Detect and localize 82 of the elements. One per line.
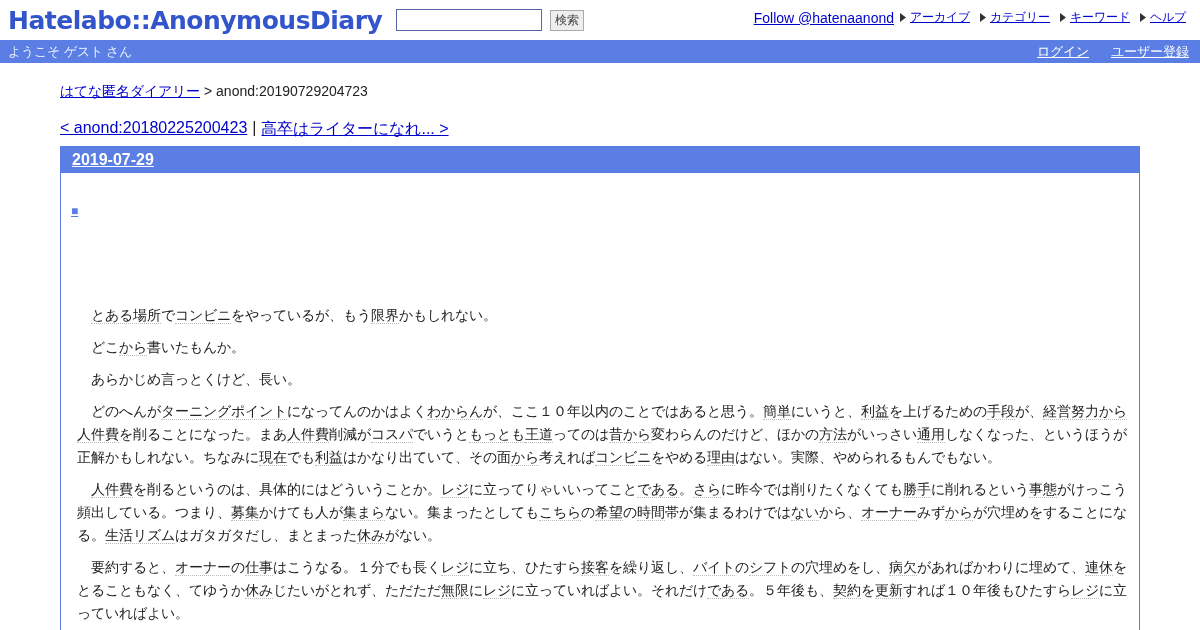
keyword-link[interactable]: 時間: [637, 504, 665, 521]
keyword-link[interactable]: 更新: [875, 582, 903, 599]
keyword-link[interactable]: 簡単: [763, 403, 791, 420]
account-link[interactable]: ログイン: [1037, 42, 1089, 61]
keyword-link[interactable]: ターニングポイント: [161, 403, 287, 420]
keyword-link[interactable]: 病欠: [889, 559, 917, 576]
keyword-link[interactable]: 休み: [357, 527, 385, 544]
keyword-link[interactable]: 人件費: [287, 426, 329, 443]
keyword-link[interactable]: とある場所: [91, 307, 161, 324]
site-logo[interactable]: Hatelabo::AnonymousDiary: [8, 5, 383, 35]
keyword-link[interactable]: 経営努力から: [1043, 403, 1127, 420]
follow-link[interactable]: Follow @hatenaanond: [753, 9, 894, 26]
greeting: ようこそ ゲスト さん: [8, 42, 133, 61]
keyword-link[interactable]: から: [119, 339, 147, 356]
paragraph: どこから書いたもんか。: [90, 338, 246, 358]
breadcrumb-current: > anond:20190729204723: [204, 83, 368, 101]
keyword-link[interactable]: 現在: [259, 449, 287, 466]
breadcrumb-link[interactable]: はてな匿名ダイアリー: [60, 83, 200, 101]
pager-separator: |: [252, 119, 257, 138]
keyword-link[interactable]: こちら: [539, 504, 581, 521]
nav-link[interactable]: ヘルプ: [1150, 9, 1186, 26]
keyword-link[interactable]: 募集: [231, 504, 259, 521]
keyword-link[interactable]: 接客: [581, 559, 609, 576]
keyword-link[interactable]: 勝手: [903, 481, 931, 498]
keyword-link[interactable]: レジ: [1071, 582, 1099, 599]
keyword-link[interactable]: コスパ: [371, 426, 413, 443]
keyword-link[interactable]: 無限: [441, 582, 469, 599]
keyword-link[interactable]: 王道: [525, 426, 553, 443]
arrow-icon: [1060, 13, 1066, 22]
keyword-link[interactable]: 仕事: [245, 559, 273, 576]
keyword-link[interactable]: オーナー: [175, 559, 231, 576]
permalink[interactable]: ■: [71, 204, 79, 218]
arrow-icon: [980, 13, 986, 22]
paragraph: どのへんがターニングポイント になってんのかはよくわからんが、ここ１０年以内のことではあると思う。簡単にいうと、利益を上げるための手段が、経営努力から 人件費を削ることになった。まあ人件費削減がコスパでいうと もっとも王道 ってのは昔から変わらんのだけど、ほかの方法がいっさい通用 しなくなった、というほうが正解かもしれない。ちなみに現在でも利益はかなり出ていて、その面から考えればコンビニをやめる理由はない。実際、やめられるもんでもない。: [77, 402, 1128, 468]
keyword-link[interactable]: から: [511, 449, 539, 466]
keyword-link[interactable]: 連休: [1085, 559, 1113, 576]
keyword-link[interactable]: コンビニ: [595, 449, 651, 466]
keyword-link[interactable]: レジ: [441, 481, 469, 498]
keyword-link[interactable]: 理由: [707, 449, 735, 466]
paragraph: 要約すると、オーナーの仕事はこうなる。１分でも長く レジに立ち、ひたすら接客を繰り返し、バイトのシフトの穴埋めをし、病欠があればかわりに埋めて、連休をとることもなく、てゆうか休み じたいがとれず、ただただ無限に レジに立っていればよい。それだけである。５年後も、契約を更新すれば１０年後もひたすら レジに立っていればよい。: [77, 558, 1128, 623]
nav-link[interactable]: カテゴリー: [990, 9, 1050, 26]
keyword-link[interactable]: コンビニ: [175, 307, 231, 324]
keyword-link[interactable]: である: [707, 582, 749, 599]
paragraph: とある場所でコンビニをやっているが、もう 限界かもしれない。: [90, 306, 498, 326]
arrow-icon: [900, 13, 906, 22]
nav-link[interactable]: キーワード: [1070, 9, 1130, 26]
previous-link[interactable]: < anond:20180225200423: [60, 119, 248, 140]
keyword-link[interactable]: バイト: [693, 559, 735, 576]
keyword-link[interactable]: オーナー: [861, 504, 917, 521]
keyword-link[interactable]: 集まら: [343, 504, 385, 521]
paragraph: あらかじめ言っとくけど、長い。: [90, 370, 302, 389]
keyword-link[interactable]: 希望: [595, 504, 623, 521]
search-field[interactable]: [396, 9, 543, 31]
keyword-link[interactable]: わからん: [427, 403, 483, 420]
keyword-link[interactable]: さら: [693, 481, 721, 498]
paragraph: 人件費を削るというのは、具体的にはどういうことか。レジに立ってりゃいいってこと である。さら に昨今では削りたくなくても勝手に削れるという事態がけっこう頻出している。つまり、募集かけても人が集まら ない。集まったとしても こちらの希望の時間帯が集まるわけではないから、オーナーみずからが穴埋めをすることになる。生活リズムはガタガタだし、まとまった休みがない。: [77, 480, 1128, 546]
keyword-link[interactable]: である: [637, 481, 679, 498]
keyword-link[interactable]: レジ: [483, 582, 511, 599]
keyword-link[interactable]: 手段: [987, 403, 1015, 420]
date-link[interactable]: 2019-07-29: [72, 151, 154, 169]
keyword-link[interactable]: 利益: [315, 449, 343, 466]
keyword-link[interactable]: ない: [791, 504, 819, 521]
keyword-link[interactable]: もっとも: [469, 426, 525, 443]
nav-link[interactable]: アーカイブ: [910, 9, 970, 26]
arrow-icon: [1140, 13, 1146, 22]
next-link[interactable]: 高卒はライターになれ... >: [261, 119, 449, 140]
search-button[interactable]: 検索: [550, 9, 585, 31]
keyword-link[interactable]: 休み: [245, 582, 273, 599]
keyword-link[interactable]: 事態: [1029, 481, 1057, 498]
keyword-link[interactable]: レジ: [441, 559, 469, 576]
keyword-link[interactable]: 方法: [819, 426, 847, 443]
account-link[interactable]: ユーザー登録: [1111, 42, 1189, 61]
keyword-link[interactable]: 契約: [833, 582, 861, 599]
keyword-link[interactable]: 生活リズム: [105, 527, 175, 544]
keyword-link[interactable]: シフト: [749, 559, 791, 576]
keyword-link[interactable]: 昔から: [609, 426, 651, 443]
keyword-link[interactable]: 人件費: [77, 426, 119, 443]
keyword-link[interactable]: 利益: [861, 403, 889, 420]
keyword-link[interactable]: から: [945, 504, 973, 521]
keyword-link[interactable]: 人件費: [91, 481, 133, 498]
keyword-link[interactable]: 限界: [371, 307, 399, 324]
keyword-link[interactable]: 通用: [917, 426, 945, 443]
